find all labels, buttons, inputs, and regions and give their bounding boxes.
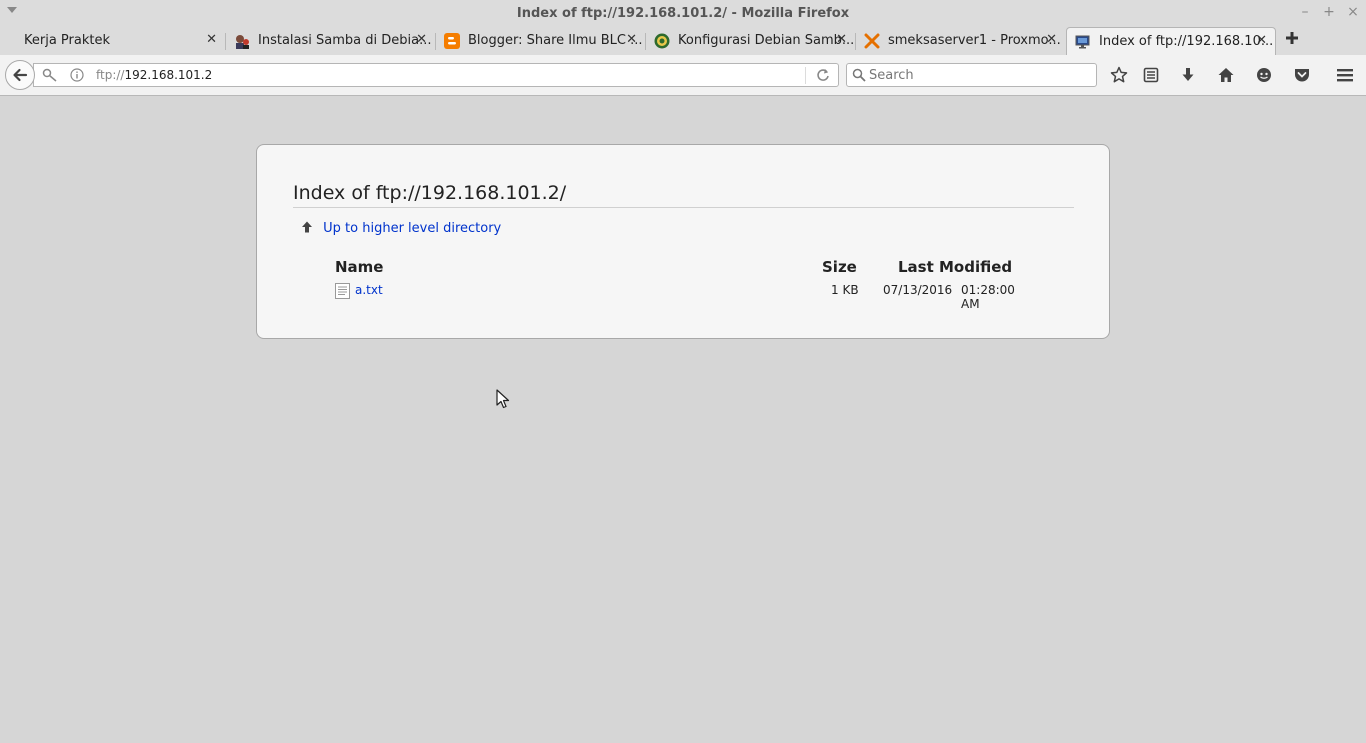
back-arrow-icon	[13, 68, 28, 82]
pocket-icon[interactable]	[1293, 66, 1311, 84]
page-content: Index of ftp://192.168.101.2/ Up to high…	[0, 96, 1366, 743]
up-directory-row: Up to higher level directory	[301, 221, 501, 236]
tab-blogger[interactable]: Blogger: Share Ilmu BLC ... ✕	[436, 27, 645, 55]
tab-label: smeksaserver1 - Proxmo...	[888, 33, 1061, 48]
file-size: 1 KB	[831, 283, 859, 297]
search-icon	[852, 68, 866, 86]
page-title: Index of ftp://192.168.101.2/	[293, 182, 567, 204]
search-input[interactable]	[869, 67, 1089, 83]
url-text[interactable]: ftp://192.168.101.2	[96, 68, 212, 82]
maximize-button[interactable]: +	[1322, 5, 1336, 19]
tab-konfigurasi-debian[interactable]: Konfigurasi Debian Samb... ✕	[646, 27, 855, 55]
tab-close-icon[interactable]: ✕	[416, 32, 427, 47]
avatar-icon	[234, 33, 250, 49]
tab-label: Kerja Praktek	[24, 33, 111, 48]
tab-proxmox[interactable]: smeksaserver1 - Proxmo... ✕	[856, 27, 1065, 55]
close-window-button[interactable]: ×	[1346, 5, 1360, 19]
minimize-button[interactable]: –	[1298, 5, 1312, 19]
tab-label: Instalasi Samba di Debia...	[258, 33, 432, 48]
new-tab-button[interactable]	[1285, 31, 1301, 47]
tab-label: Blogger: Share Ilmu BLC ...	[468, 33, 643, 48]
back-button[interactable]	[5, 60, 35, 90]
tab-close-icon[interactable]: ✕	[836, 32, 847, 47]
blogger-icon	[444, 33, 460, 49]
text-file-icon	[335, 283, 350, 299]
reload-icon[interactable]	[816, 68, 830, 86]
tab-label: Index of ftp://192.168.10...	[1099, 34, 1274, 49]
tab-kerja-praktek[interactable]: Kerja Praktek ✕	[0, 27, 225, 55]
tab-strip: Kerja Praktek ✕ Instalasi Samba di Debia…	[0, 27, 1366, 55]
plus-icon	[1286, 32, 1298, 44]
hamburger-menu-icon[interactable]	[1336, 66, 1354, 84]
mouse-cursor-icon	[496, 389, 510, 409]
tab-index-ftp[interactable]: Index of ftp://192.168.10... ✕	[1066, 27, 1276, 55]
directory-listing-panel: Index of ftp://192.168.101.2/ Up to high…	[256, 144, 1110, 339]
file-link[interactable]: a.txt	[355, 283, 383, 297]
proxmox-icon	[864, 33, 880, 49]
navigation-toolbar: ftp://192.168.101.2	[0, 55, 1366, 96]
column-header-name[interactable]: Name	[335, 258, 383, 276]
title-divider	[293, 207, 1074, 208]
tab-close-icon[interactable]: ✕	[206, 32, 217, 47]
tab-close-icon[interactable]: ✕	[1256, 33, 1267, 48]
up-directory-link[interactable]: Up to higher level directory	[323, 221, 501, 236]
file-date: 07/13/2016	[883, 283, 953, 297]
tab-close-icon[interactable]: ✕	[1046, 32, 1057, 47]
info-icon[interactable]	[70, 68, 84, 86]
identity-icon[interactable]	[42, 68, 60, 86]
file-time: 01:28:00 AM	[961, 283, 1015, 311]
url-separator	[805, 67, 806, 84]
url-bar[interactable]: ftp://192.168.101.2	[33, 63, 839, 87]
column-header-size[interactable]: Size	[822, 258, 857, 276]
hello-chat-icon[interactable]	[1255, 66, 1273, 84]
tab-close-icon[interactable]: ✕	[626, 32, 637, 47]
school-logo-icon	[654, 33, 670, 49]
monitor-icon	[1075, 34, 1091, 50]
url-scheme: ftp://	[96, 68, 125, 82]
bookmarks-menu-icon[interactable]	[1142, 66, 1160, 84]
search-bar[interactable]	[846, 63, 1097, 87]
download-icon[interactable]	[1179, 66, 1197, 84]
url-host: 192.168.101.2	[124, 68, 213, 82]
home-icon[interactable]	[1217, 66, 1235, 84]
window-titlebar: Index of ftp://192.168.101.2/ - Mozilla …	[0, 0, 1366, 27]
tab-label: Konfigurasi Debian Samb...	[678, 33, 855, 48]
bookmark-star-icon[interactable]	[1110, 66, 1128, 84]
tab-instalasi-samba[interactable]: Instalasi Samba di Debia... ✕	[226, 27, 435, 55]
table-row: a.txt 1 KB 07/13/2016 01:28:00 AM	[335, 283, 1035, 311]
column-header-last-modified[interactable]: Last Modified	[898, 258, 1012, 276]
window-title: Index of ftp://192.168.101.2/ - Mozilla …	[516, 6, 850, 21]
up-arrow-icon	[302, 221, 312, 233]
